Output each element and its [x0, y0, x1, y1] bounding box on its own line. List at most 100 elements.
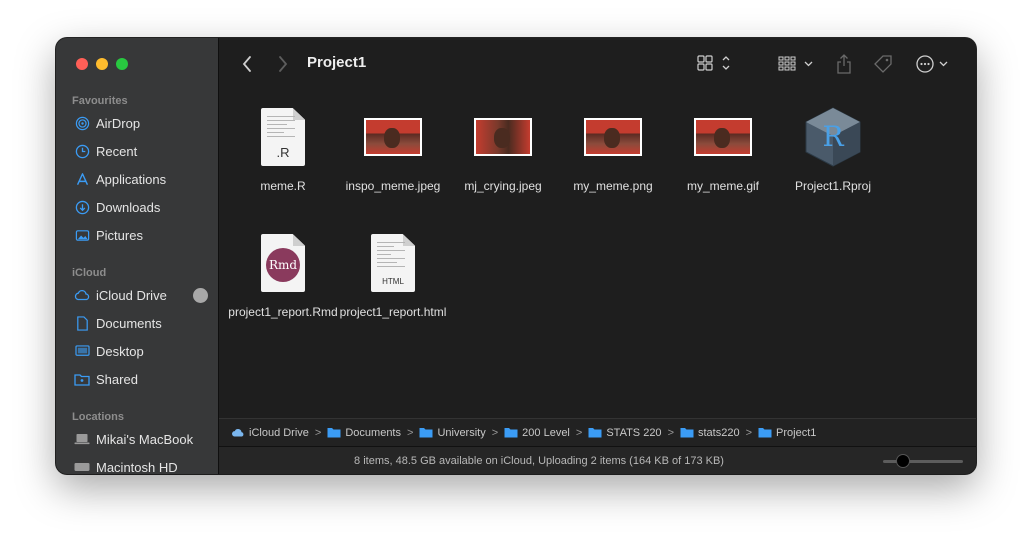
path-crumb-label: STATS 220: [606, 426, 662, 439]
sidebar-item-macintosh-hd[interactable]: Macintosh HD: [64, 454, 212, 474]
forward-button[interactable]: [273, 54, 293, 74]
file-name: project1_report.Rmd: [228, 305, 338, 319]
status-bar: 8 items, 48.5 GB available on iCloud, Up…: [219, 446, 976, 474]
minimize-window-button[interactable]: [96, 58, 108, 70]
upload-progress-indicator: [193, 287, 208, 303]
image-thumbnail-icon: [688, 104, 758, 170]
path-bar: iCloud Drive > Documents > University > …: [219, 418, 976, 446]
file-item[interactable]: Rmd project1_report.Rmd: [223, 230, 343, 320]
cloud-icon: [74, 287, 90, 303]
path-crumb-label: iCloud Drive: [249, 426, 309, 439]
laptop-icon: [74, 431, 90, 447]
path-crumb-project1[interactable]: Project1: [758, 427, 816, 439]
folder-icon: [758, 428, 772, 438]
sidebar-item-recent[interactable]: Recent: [64, 138, 212, 164]
view-mode-button[interactable]: [695, 53, 735, 75]
file-type-tag: .R: [276, 145, 290, 160]
desktop-icon: [74, 343, 90, 359]
sidebar-section-favourites: Favourites: [72, 95, 128, 107]
applications-icon: [74, 171, 90, 187]
close-window-button[interactable]: [76, 58, 88, 70]
path-crumb-label: University: [437, 426, 486, 439]
sidebar-item-desktop[interactable]: Desktop: [64, 338, 212, 364]
sidebar-item-label: Desktop: [96, 343, 144, 359]
clock-icon: [74, 143, 90, 159]
back-button[interactable]: [237, 54, 257, 74]
finder-window: Favourites AirDrop Recent Applications D…: [56, 38, 976, 474]
path-separator: >: [575, 426, 583, 439]
file-item[interactable]: inspo_meme.jpeg: [333, 104, 453, 194]
rproj-icon: R: [798, 104, 868, 170]
shared-folder-icon: [74, 371, 90, 387]
sidebar-item-downloads[interactable]: Downloads: [64, 194, 212, 220]
chevron-right-icon: [279, 56, 288, 72]
ellipsis-circle-icon: [916, 55, 948, 73]
file-item[interactable]: HTML project1_report.html: [333, 230, 453, 320]
file-item[interactable]: R Project1.Rproj: [773, 104, 893, 194]
path-crumb-200-level[interactable]: 200 Level: [504, 427, 570, 439]
sidebar-item-icloud-drive[interactable]: iCloud Drive: [64, 282, 212, 308]
file-name: meme.R: [260, 179, 306, 193]
tags-button[interactable]: [871, 53, 895, 75]
icon-size-slider-track[interactable]: [883, 460, 963, 463]
sidebar-item-label: iCloud Drive: [96, 287, 167, 303]
sidebar-item-pictures[interactable]: Pictures: [64, 222, 212, 248]
sidebar-item-label: Pictures: [96, 227, 143, 243]
file-type-tag: HTML: [382, 277, 404, 286]
sidebar-item-label: Recent: [96, 143, 138, 159]
folder-icon: [327, 428, 341, 438]
zoom-window-button[interactable]: [116, 58, 128, 70]
sidebar-item-airdrop[interactable]: AirDrop: [64, 110, 212, 136]
path-crumb-documents[interactable]: Documents: [327, 427, 401, 439]
file-item[interactable]: my_meme.gif: [663, 104, 783, 194]
path-crumb-label: Documents: [345, 426, 401, 439]
sidebar-item-documents[interactable]: Documents: [64, 310, 212, 336]
image-thumbnail-icon: [468, 104, 538, 170]
path-crumb-stats220[interactable]: stats220: [680, 427, 740, 439]
file-name: inspo_meme.jpeg: [345, 179, 441, 193]
pictures-icon: [74, 227, 90, 243]
file-name: Project1.Rproj: [794, 179, 872, 193]
file-type-tag: Rmd: [266, 248, 300, 282]
icon-view-icon: [697, 55, 730, 71]
path-separator: >: [407, 426, 414, 439]
icon-size-slider-knob[interactable]: [896, 454, 910, 468]
disk-icon: [74, 459, 90, 474]
file-item[interactable]: .R meme.R: [223, 104, 343, 194]
sidebar-item-applications[interactable]: Applications: [64, 166, 212, 192]
sidebar-item-label: Documents: [96, 315, 162, 331]
sidebar-item-label: AirDrop: [96, 115, 141, 131]
sidebar-item-macbook[interactable]: Mikai's MacBook: [64, 426, 212, 452]
folder-icon: [680, 428, 694, 438]
sidebar-section-icloud: iCloud: [72, 267, 107, 279]
group-grid-icon: [778, 56, 813, 71]
file-name: my_meme.gif: [686, 179, 760, 193]
path-crumb-label: stats220: [698, 426, 740, 439]
path-crumb-icloud-drive[interactable]: iCloud Drive: [231, 427, 309, 439]
group-by-button[interactable]: [777, 53, 817, 75]
file-item[interactable]: my_meme.png: [553, 104, 673, 194]
path-crumb-university[interactable]: University: [419, 426, 486, 439]
path-crumb-label: Project1: [776, 426, 817, 439]
share-icon: [837, 54, 851, 74]
folder-icon: [504, 428, 518, 438]
more-actions-button[interactable]: [913, 53, 953, 75]
path-separator: >: [491, 426, 499, 439]
main-area: Project1 .R meme.R inspo_meme.jpeg mj_cr…: [219, 38, 976, 474]
sidebar-item-shared[interactable]: Shared: [64, 366, 212, 392]
html-document-icon: HTML: [358, 230, 428, 296]
sidebar-section-locations: Locations: [72, 411, 124, 423]
status-text: 8 items, 48.5 GB available on iCloud, Up…: [354, 455, 724, 467]
path-separator: >: [745, 426, 753, 439]
file-item[interactable]: mj_crying.jpeg: [443, 104, 563, 194]
file-name: my_meme.png: [573, 179, 653, 193]
sidebar-item-label: Applications: [96, 171, 167, 187]
path-crumb-stats-220[interactable]: STATS 220: [588, 426, 662, 439]
file-type-tag: R: [822, 120, 844, 153]
sidebar-item-label: Mikai's MacBook: [96, 431, 194, 447]
rmd-document-icon: Rmd: [248, 230, 318, 296]
r-script-icon: .R: [248, 104, 318, 170]
image-thumbnail-icon: [358, 104, 428, 170]
image-thumbnail-icon: [578, 104, 648, 170]
share-button[interactable]: [833, 53, 855, 75]
